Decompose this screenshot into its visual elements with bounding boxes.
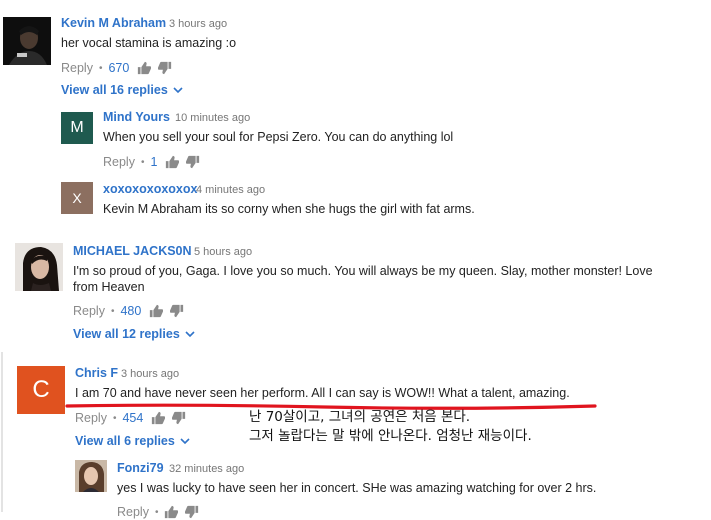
reply-timestamp[interactable]: 10 minutes ago [175, 111, 250, 125]
like-count: 1 [150, 155, 158, 169]
reply-actions: Reply • 1 [103, 154, 207, 170]
reply-author[interactable]: Mind Yours [103, 110, 170, 124]
comment-text: I'm so proud of you, Gaga. I love you so… [73, 264, 653, 294]
avatar-letter: X [72, 190, 82, 206]
chevron-down-icon [180, 438, 190, 445]
reply-actions: Reply • [117, 504, 206, 520]
view-replies-link[interactable]: View all 6 replies [75, 433, 190, 449]
avatar-letter: C [32, 376, 50, 403]
view-replies-label: View all 6 replies [75, 434, 175, 448]
comment-actions: Reply • 480 [73, 303, 191, 319]
separator-dot: • [98, 62, 103, 74]
comment-author[interactable]: Chris F [75, 366, 118, 380]
view-replies-link[interactable]: View all 16 replies [61, 82, 183, 98]
thumbs-down-icon[interactable] [170, 304, 184, 318]
thumbs-down-icon[interactable] [186, 155, 200, 169]
like-count: 480 [120, 304, 142, 318]
separator-dot: • [154, 506, 159, 518]
chevron-down-icon [173, 87, 183, 94]
avatar[interactable]: X [61, 182, 93, 214]
view-replies-label: View all 12 replies [73, 327, 180, 341]
thumbs-up-icon[interactable] [137, 61, 152, 75]
reply-timestamp[interactable]: 32 minutes ago [169, 462, 244, 476]
comment-actions: Reply • 454 [75, 410, 193, 426]
separator-dot: • [112, 412, 117, 424]
reply-text: When you sell your soul for Pepsi Zero. … [103, 130, 454, 144]
avatar[interactable] [3, 17, 51, 65]
separator-dot: • [140, 156, 145, 168]
chevron-down-icon [185, 331, 195, 338]
reply-text: yes I was lucky to have seen her in conc… [117, 481, 597, 495]
comment-text: her vocal stamina is amazing :o [61, 36, 237, 50]
reply-button[interactable]: Reply [73, 304, 105, 318]
reply-button[interactable]: Reply [117, 505, 149, 519]
avatar[interactable]: M [61, 112, 93, 144]
avatar[interactable] [15, 243, 63, 291]
thumbs-up-icon[interactable] [164, 505, 179, 519]
avatar-letter: M [70, 119, 84, 136]
comment-timestamp[interactable]: 3 hours ago [121, 367, 179, 381]
separator-dot: • [110, 305, 115, 317]
thumbs-up-icon[interactable] [165, 155, 180, 169]
comment-text: I am 70 and have never seen her perform.… [75, 386, 570, 400]
comment-author[interactable]: MICHAEL JACKS0N [73, 244, 192, 258]
view-replies-link[interactable]: View all 12 replies [73, 326, 195, 342]
thumbs-up-icon[interactable] [151, 411, 166, 425]
like-count: 670 [108, 61, 130, 75]
thumbs-down-icon[interactable] [172, 411, 186, 425]
translation-annotation-line-2: 그저 놀랍다는 말 밖에 안나온다. 엄청난 재능이다. [249, 428, 532, 444]
thumbs-up-icon[interactable] [149, 304, 164, 318]
translation-annotation-line-1: 난 70살이고, 그녀의 공연은 처음 본다. [249, 409, 471, 425]
reply-author[interactable]: Fonzi79 [117, 461, 164, 475]
thumbs-down-icon[interactable] [158, 61, 172, 75]
comment-timestamp[interactable]: 3 hours ago [169, 17, 227, 31]
reply-author[interactable]: xoxoxoxoxoxox [103, 182, 197, 196]
reply-text: Kevin M Abraham its so corny when she hu… [103, 202, 475, 216]
comment-timestamp[interactable]: 5 hours ago [194, 245, 252, 259]
like-count: 454 [122, 411, 144, 425]
reply-timestamp[interactable]: 4 minutes ago [196, 183, 265, 197]
thumbs-down-icon[interactable] [185, 505, 199, 519]
comment-author[interactable]: Kevin M Abraham [61, 16, 166, 30]
thread-left-border [1, 352, 3, 512]
view-replies-label: View all 16 replies [61, 83, 168, 97]
reply-button[interactable]: Reply [103, 155, 135, 169]
avatar[interactable] [75, 460, 107, 492]
comment-actions: Reply • 670 [61, 60, 179, 76]
reply-button[interactable]: Reply [75, 411, 107, 425]
reply-button[interactable]: Reply [61, 61, 93, 75]
avatar[interactable]: C [17, 366, 65, 414]
